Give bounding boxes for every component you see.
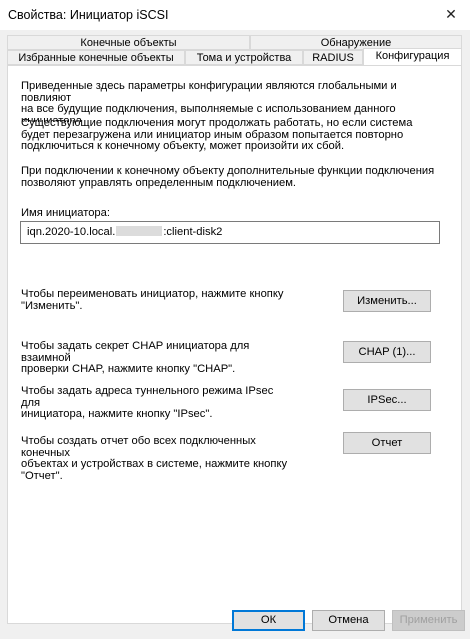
chap-description: Чтобы задать секрет CHAP инициатора для …	[21, 340, 291, 376]
report-line: "Отчет".	[21, 469, 63, 482]
intro-line: на все будущие подключения, выполняемые …	[21, 103, 396, 115]
initiator-name-field[interactable]: iqn.2020-10.local. :client-disk2	[20, 221, 440, 244]
dialog-client-area: Конечные объекты Обнаружение Избранные к…	[0, 30, 470, 639]
cancel-button[interactable]: Отмена	[312, 610, 385, 631]
chap-line: проверки CHAP, нажмите кнопку "CHAP".	[21, 363, 236, 375]
ok-button[interactable]: ОК	[232, 610, 305, 631]
rename-button[interactable]: Изменить...	[343, 290, 431, 312]
connect-line: При подключении к конечному объекту допо…	[21, 165, 435, 177]
initiator-name-value: iqn.2020-10.local. :client-disk2	[27, 226, 222, 238]
intro-line: Приведенные здесь параметры конфигурации…	[21, 80, 397, 104]
rename-line: Чтобы переименовать инициатор, нажмите к…	[21, 288, 284, 300]
close-icon[interactable]: ✕	[440, 4, 462, 24]
ipsec-description: Чтобы задать адреса туннельного режима I…	[21, 385, 291, 421]
connect-line: позволяют управлять определенным подключ…	[21, 176, 297, 189]
tab-volumes-devices[interactable]: Тома и устройства	[185, 50, 303, 65]
report-button[interactable]: Отчет	[343, 432, 431, 454]
apply-button[interactable]: Применить	[392, 610, 465, 631]
intro-text: Приведенные здесь параметры конфигурации…	[21, 80, 443, 121]
connection-features-text: При подключении к конечному объекту допо…	[21, 165, 443, 189]
report-line: объектах и устройствах в системе, нажмит…	[21, 458, 288, 470]
report-description: Чтобы создать отчет обо всех подключенны…	[21, 435, 291, 482]
tab-configuration[interactable]: Конфигурация	[363, 48, 462, 66]
existing-line: подключиться к конечному объекту, может …	[21, 140, 345, 152]
tab-radius[interactable]: RADIUS	[303, 50, 363, 65]
ipsec-button[interactable]: IPSec...	[343, 389, 431, 411]
window-title: Свойства: Инициатор iSCSI	[8, 8, 169, 22]
initiator-value-prefix: iqn.2020-10.local.	[27, 226, 116, 238]
initiator-value-suffix: :client-disk2	[163, 226, 223, 238]
existing-line: Существующие подключения могут продолжат…	[21, 117, 413, 129]
rename-line: "Изменить".	[21, 299, 83, 312]
report-line: Чтобы создать отчет обо всех подключенны…	[21, 435, 256, 459]
tab-targets[interactable]: Конечные объекты	[7, 35, 250, 50]
ipsec-line: инициатора, нажмите кнопку "IPsec".	[21, 408, 213, 420]
existing-connections-text: Существующие подключения могут продолжат…	[21, 117, 443, 153]
title-bar: Свойства: Инициатор iSCSI ✕	[0, 0, 470, 30]
configuration-panel: Приведенные здесь параметры конфигурации…	[7, 65, 462, 624]
ipsec-line: Чтобы задать адреса туннельного режима I…	[21, 385, 274, 409]
initiator-name-label: Имя инициатора:	[21, 207, 110, 219]
chap-line: Чтобы задать секрет CHAP инициатора для …	[21, 340, 250, 364]
redacted-segment	[116, 226, 163, 236]
chap-button[interactable]: CHAP (1)...	[343, 341, 431, 363]
rename-description: Чтобы переименовать инициатор, нажмите к…	[21, 288, 291, 312]
tab-favorite-targets[interactable]: Избранные конечные объекты	[7, 50, 185, 65]
